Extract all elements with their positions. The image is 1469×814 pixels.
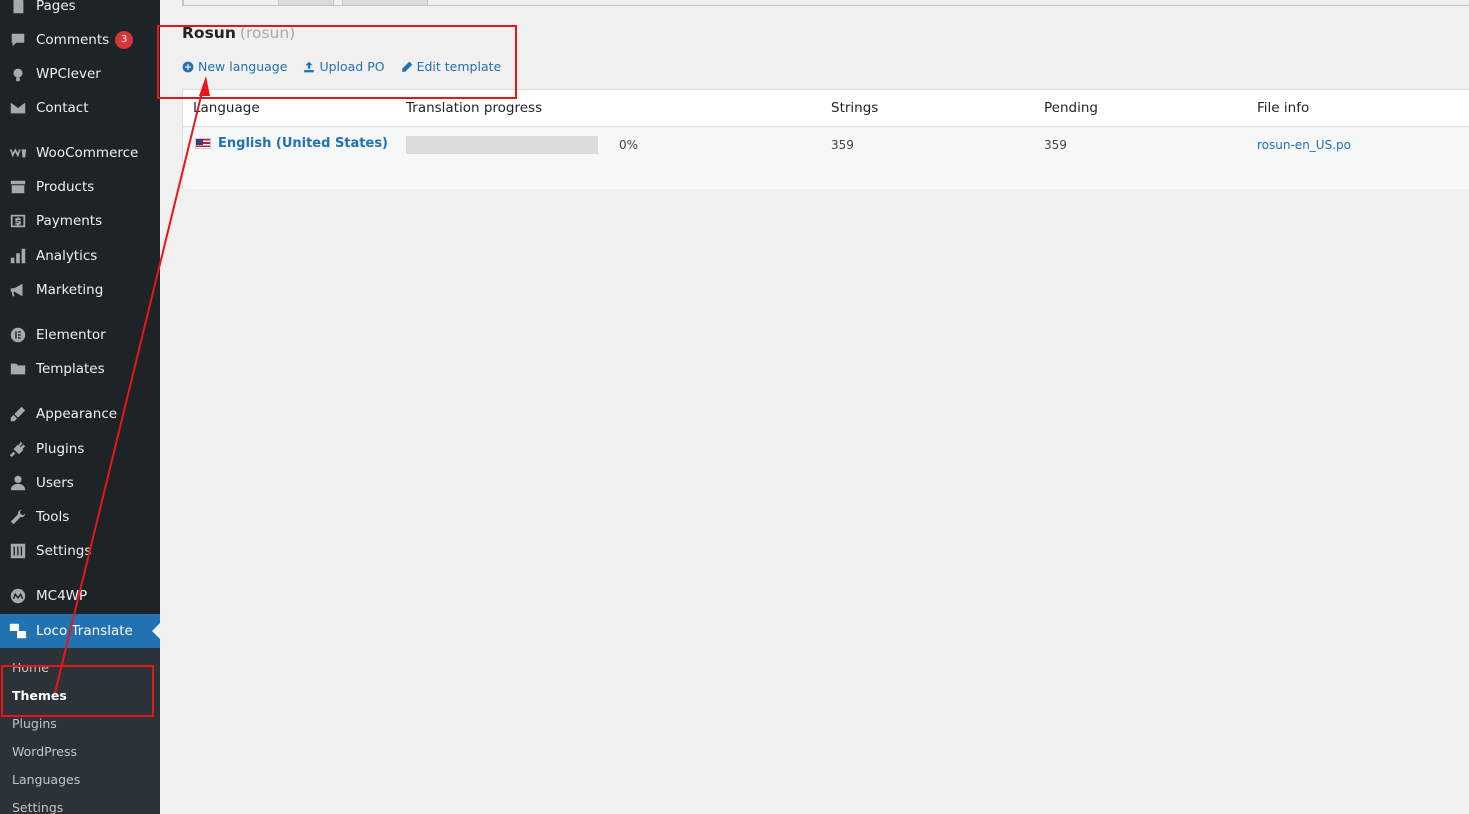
- pending-count: 359: [1044, 138, 1067, 152]
- tab-stub[interactable]: [342, 0, 428, 6]
- sidebar-item-label: Settings: [36, 543, 92, 559]
- submenu-item-languages[interactable]: Languages: [12, 772, 80, 787]
- sidebar-item-label: WooCommerce: [36, 145, 139, 161]
- bar-chart-icon: [0, 247, 36, 265]
- sidebar-item-appearance[interactable]: Appearance: [0, 397, 160, 431]
- elementor-icon: [0, 326, 36, 344]
- submenu-item-wordpress[interactable]: WordPress: [12, 744, 77, 759]
- tab-edge: [182, 0, 184, 6]
- sidebar-item-label: Comments: [36, 32, 110, 48]
- sidebar-item-label: Elementor: [36, 327, 106, 343]
- sidebar-item-label: Templates: [36, 361, 105, 377]
- plugin-icon: [0, 440, 36, 458]
- languages-table: Language Translation progress Strings Pe…: [182, 89, 1469, 189]
- envelope-icon: [0, 99, 36, 117]
- comments-count-badge: 3: [115, 31, 134, 49]
- dollar-icon: [0, 212, 36, 230]
- progress-percent: 0%: [619, 138, 639, 152]
- column-header-file-info[interactable]: File info: [1257, 100, 1309, 116]
- main-content: Rosun (rosun) New language Upload PO Edit…: [160, 0, 1469, 814]
- mc4wp-icon: [0, 587, 36, 605]
- sidebar-item-plugins[interactable]: Plugins: [0, 432, 160, 466]
- current-menu-arrow: [152, 623, 160, 639]
- sidebar-item-marketing[interactable]: Marketing: [0, 273, 160, 307]
- sidebar-item-elementor[interactable]: Elementor: [0, 318, 160, 352]
- sidebar-item-tools[interactable]: Tools: [0, 500, 160, 534]
- tab-stub[interactable]: [278, 0, 334, 6]
- sidebar-item-label: Appearance: [36, 406, 118, 422]
- sidebar-item-analytics[interactable]: Analytics: [0, 239, 160, 273]
- archive-icon: [0, 178, 36, 196]
- annotation-box-actions: [157, 25, 517, 99]
- sidebar-item-label: Plugins: [36, 441, 85, 457]
- user-icon: [0, 474, 36, 492]
- sidebar-item-label: Contact: [36, 100, 89, 116]
- sidebar-item-label: WPClever: [36, 66, 101, 82]
- megaphone-icon: [0, 281, 36, 299]
- table-row: English (United States) 0% 359 359 rosun…: [183, 127, 1469, 189]
- language-cell: English (United States): [195, 136, 388, 151]
- wpclever-icon: [0, 65, 36, 83]
- woocommerce-icon: [0, 144, 36, 162]
- sidebar-item-label: Loco Translate: [36, 623, 133, 639]
- language-link[interactable]: English (United States): [195, 136, 388, 151]
- sidebar-item-woocommerce[interactable]: WooCommerce: [0, 136, 160, 170]
- sidebar-item-label: Analytics: [36, 248, 98, 264]
- paintbrush-icon: [0, 405, 36, 423]
- submenu-item-settings[interactable]: Settings: [12, 800, 63, 814]
- sidebar-item-label: Payments: [36, 213, 103, 229]
- folder-icon: [0, 360, 36, 378]
- sidebar-item-label: Users: [36, 475, 74, 491]
- sidebar-item-label: Pages: [36, 0, 76, 14]
- annotation-box-themes: [1, 665, 154, 717]
- po-file-link[interactable]: rosun-en_US.po: [1257, 138, 1351, 152]
- sidebar-item-payments[interactable]: Payments: [0, 204, 160, 238]
- sliders-icon: [0, 542, 36, 560]
- sidebar-item-wpclever[interactable]: WPClever: [0, 57, 160, 91]
- sidebar-item-products[interactable]: Products: [0, 170, 160, 204]
- wrench-icon: [0, 508, 36, 526]
- comments-icon: [0, 31, 36, 49]
- column-header-progress[interactable]: Translation progress: [406, 100, 542, 116]
- sidebar-item-label: Products: [36, 179, 95, 195]
- language-name: English (United States): [218, 136, 389, 151]
- sidebar-item-label: Tools: [36, 509, 70, 525]
- translate-icon: [0, 622, 36, 640]
- sidebar-item-loco-translate[interactable]: Loco Translate: [0, 614, 160, 648]
- column-header-strings[interactable]: Strings: [831, 100, 878, 116]
- sidebar-item-contact[interactable]: Contact: [0, 91, 160, 125]
- sidebar-item-comments[interactable]: Comments 3: [0, 23, 160, 57]
- column-header-language[interactable]: Language: [193, 100, 260, 116]
- submenu-item-plugins[interactable]: Plugins: [12, 716, 57, 731]
- sidebar-item-label: Marketing: [36, 282, 104, 298]
- translation-progress-bar: [406, 136, 598, 154]
- column-header-pending[interactable]: Pending: [1044, 100, 1098, 116]
- us-flag-icon: [195, 138, 211, 149]
- strings-count: 359: [831, 138, 854, 152]
- pages-icon: [0, 0, 36, 15]
- sidebar-item-mc4wp[interactable]: MC4WP: [0, 579, 160, 613]
- sidebar-item-templates[interactable]: Templates: [0, 352, 160, 386]
- sidebar-item-pages[interactable]: Pages: [0, 0, 160, 23]
- sidebar-item-label: MC4WP: [36, 588, 88, 604]
- sidebar-item-users[interactable]: Users: [0, 466, 160, 500]
- sidebar-item-settings[interactable]: Settings: [0, 534, 160, 568]
